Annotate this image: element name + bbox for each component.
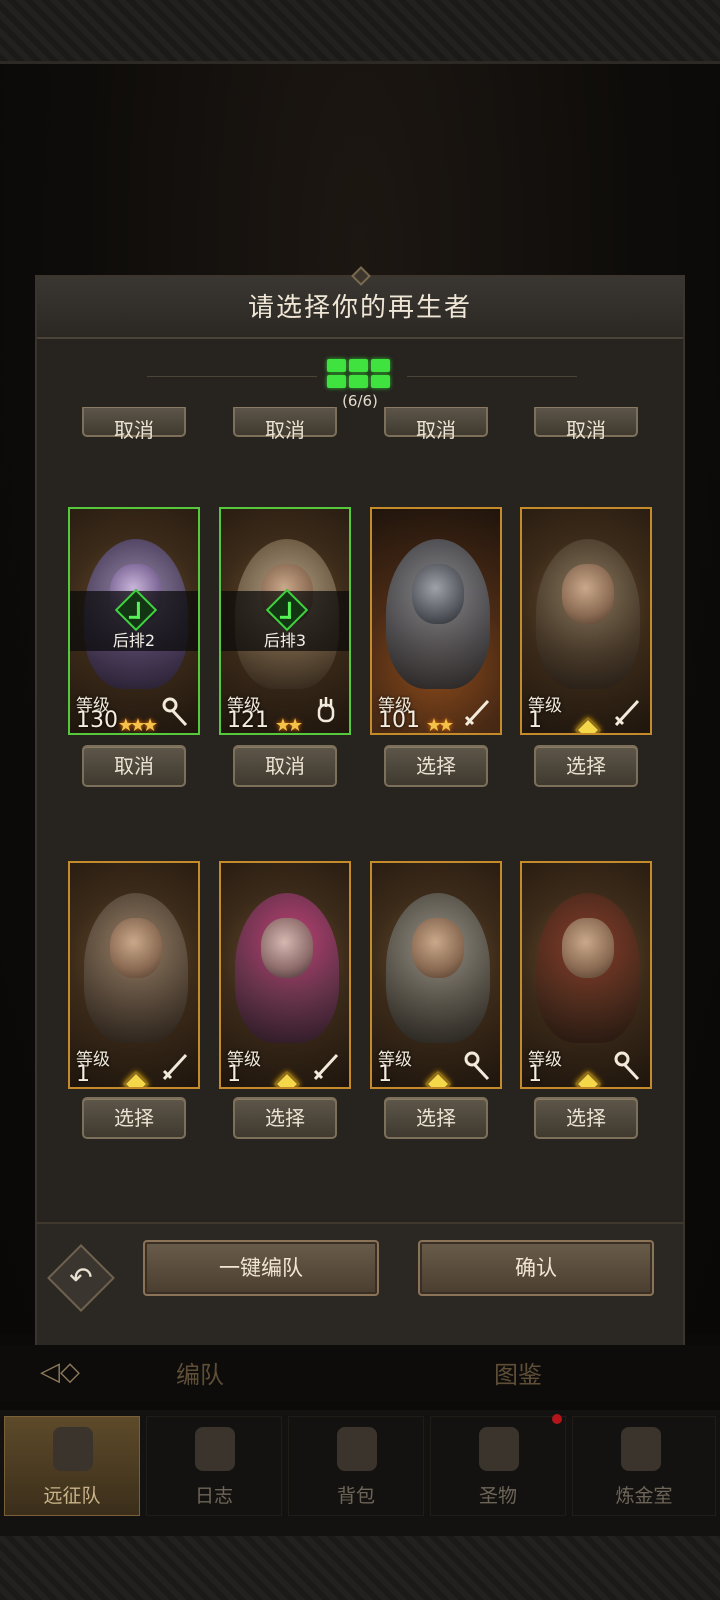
selected-badge: 后排2 <box>70 588 198 651</box>
hero-card[interactable]: 等级 1 <box>520 861 652 1089</box>
rank-gem-icon <box>425 1071 451 1087</box>
select-button[interactable]: 选择 <box>82 1097 186 1139</box>
select-button[interactable]: 选择 <box>534 1097 638 1139</box>
hero-card[interactable]: 等级 101 ★★ <box>370 507 502 735</box>
undo-icon[interactable]: ↶ <box>57 1254 105 1302</box>
hero-select-modal: 请选择你的再生者 (6/6) 取消 取消 取消 取消 后排2 等级 130 ★★… <box>35 266 685 1353</box>
staff-icon <box>464 1051 490 1081</box>
cancel-button[interactable]: 取消 <box>82 407 186 442</box>
rank-gem-icon <box>575 1071 601 1087</box>
cancel-button[interactable]: 取消 <box>534 407 638 442</box>
checkmark-icon <box>114 588 158 632</box>
level-value: 1 <box>528 1062 542 1087</box>
nav-label: 炼金室 <box>615 1485 673 1507</box>
hero-card[interactable]: 等级 1 <box>520 507 652 735</box>
modal-footer: ↶ 一键编队 确认 <box>37 1222 683 1353</box>
sword-icon <box>614 699 640 727</box>
auto-team-button[interactable]: 一键编队 <box>143 1240 379 1296</box>
selected-badge: 后排3 <box>221 588 349 651</box>
level-value: 1 <box>76 1062 90 1087</box>
hero-face <box>562 564 614 624</box>
level-value: 1 <box>378 1062 392 1087</box>
star-rank-icon: ★★ <box>425 715 454 735</box>
nav-backpack[interactable]: 背包 <box>288 1416 424 1516</box>
level-value: 1 <box>227 1062 241 1087</box>
position-label: 后排3 <box>263 631 307 650</box>
modal-title: 请选择你的再生者 <box>247 293 472 323</box>
team-slots-icon <box>327 359 397 393</box>
cancel-button[interactable]: 取消 <box>233 407 337 442</box>
tab-team[interactable]: 编队 <box>176 1355 224 1390</box>
rank-gem-icon <box>274 1071 300 1087</box>
nav-log[interactable]: 日志 <box>146 1416 282 1516</box>
nav-label: 背包 <box>336 1485 375 1507</box>
hero-card[interactable]: 后排2 等级 130 ★★★ <box>68 507 200 735</box>
cancel-button[interactable]: 取消 <box>384 407 488 442</box>
nav-expedition[interactable]: 远征队 <box>4 1416 140 1516</box>
confirm-button[interactable]: 确认 <box>418 1240 654 1296</box>
hero-face <box>110 918 162 978</box>
back-arrow-icon[interactable]: ◁◇ <box>40 1357 100 1387</box>
star-rank-icon: ★★ <box>274 715 303 735</box>
hero-card[interactable]: 后排3 等级 121 ★★ <box>219 507 351 735</box>
scroll-icon <box>195 1427 235 1471</box>
hero-face <box>412 564 464 624</box>
tab-codex[interactable]: 图鉴 <box>494 1355 542 1390</box>
alchemy-icon <box>621 1427 661 1471</box>
position-label: 后排2 <box>112 631 156 650</box>
select-button[interactable]: 选择 <box>534 745 638 787</box>
cancel-button[interactable]: 取消 <box>82 745 186 787</box>
hero-card[interactable]: 等级 1 <box>68 861 200 1089</box>
sword-icon <box>162 1053 188 1081</box>
select-button[interactable]: 选择 <box>233 1097 337 1139</box>
rank-gem-icon <box>575 717 601 733</box>
cancel-button[interactable]: 取消 <box>233 745 337 787</box>
bottom-decorative-bar <box>0 1536 720 1600</box>
helmet-icon <box>53 1427 93 1471</box>
tabs-bar: ◁◇ 编队 图鉴 <box>0 1345 720 1401</box>
nav-label: 日志 <box>194 1485 233 1507</box>
divider-right <box>407 376 577 377</box>
nav-relic[interactable]: 圣物 <box>430 1416 566 1516</box>
chalice-icon <box>479 1427 519 1471</box>
staff-icon <box>614 1051 640 1081</box>
nav-label: 圣物 <box>478 1485 517 1507</box>
star-rank-icon: ★★★ <box>117 715 158 735</box>
bottom-nav: 远征队 日志 背包 圣物 炼金室 <box>0 1410 720 1536</box>
hero-face <box>562 918 614 978</box>
modal-header: 请选择你的再生者 <box>37 266 683 339</box>
rank-gem-icon <box>123 1071 149 1087</box>
nav-label: 远征队 <box>43 1485 101 1507</box>
hero-card[interactable]: 等级 1 <box>370 861 502 1089</box>
select-button[interactable]: 选择 <box>384 1097 488 1139</box>
divider-left <box>147 376 317 377</box>
level-value: 1 <box>528 708 542 733</box>
checkmark-icon <box>265 588 309 632</box>
hero-face <box>261 918 313 978</box>
backpack-icon <box>337 1427 377 1471</box>
top-decorative-bar <box>0 0 720 64</box>
nav-alchemy[interactable]: 炼金室 <box>572 1416 716 1516</box>
hero-card[interactable]: 等级 1 <box>219 861 351 1089</box>
select-button[interactable]: 选择 <box>384 745 488 787</box>
notification-dot <box>552 1414 562 1424</box>
sword-icon <box>313 1053 339 1081</box>
hero-face <box>412 918 464 978</box>
